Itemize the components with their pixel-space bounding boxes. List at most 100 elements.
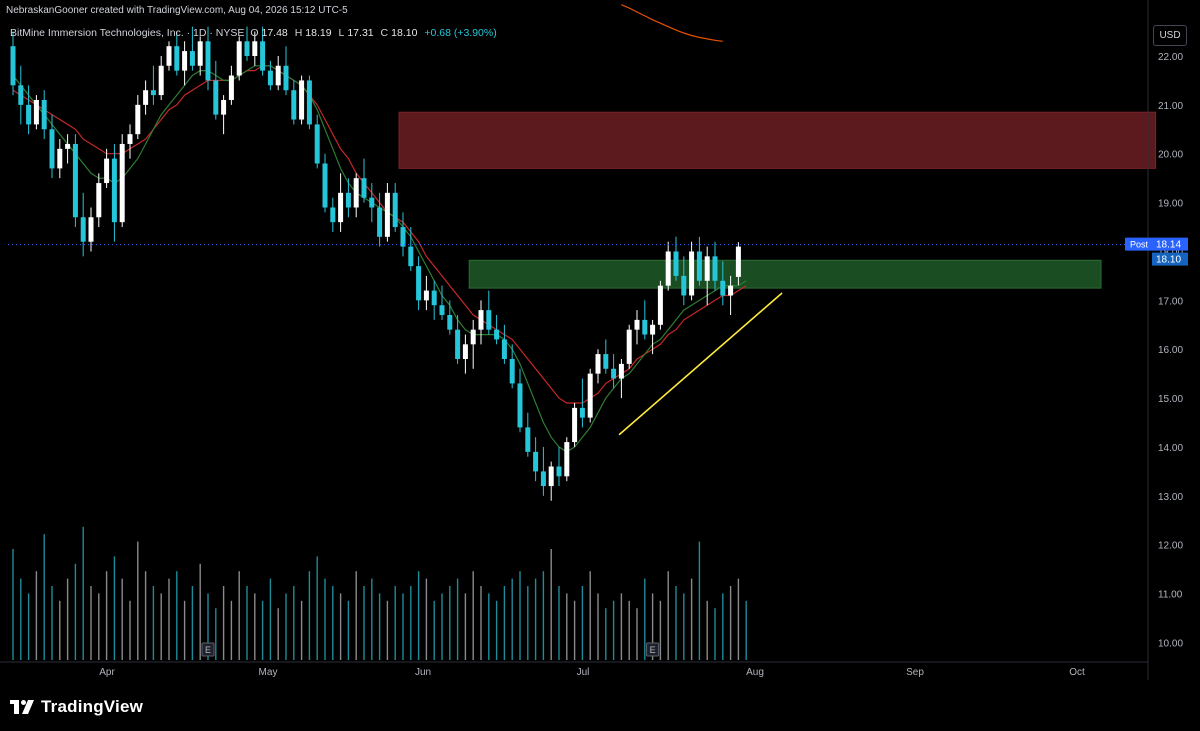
low-label: L — [338, 27, 345, 39]
volume-bar — [261, 600, 264, 660]
volume-bar — [316, 556, 318, 660]
volume-bar — [675, 586, 677, 660]
price-tick-label: 14.00 — [1158, 443, 1183, 454]
candle-body — [166, 46, 172, 66]
volume-bar — [417, 571, 420, 660]
candle-body — [447, 315, 453, 330]
candle-body — [150, 90, 156, 96]
candle-body — [509, 358, 515, 384]
candle-body — [579, 407, 585, 418]
candle-body — [540, 471, 546, 487]
volume-bar — [433, 600, 435, 660]
volume-bar — [464, 593, 467, 660]
post-tag-label: Post — [1130, 240, 1149, 250]
price-tick-label: 21.00 — [1158, 101, 1183, 112]
candle-body — [595, 354, 601, 374]
candle-body — [275, 65, 281, 86]
volume-bar — [363, 586, 365, 660]
candle-body — [564, 442, 570, 477]
close-label: C — [380, 27, 389, 39]
time-tick-label: Aug — [746, 667, 764, 678]
candle-body — [439, 305, 445, 316]
currency-button[interactable]: USD — [1153, 25, 1187, 46]
high-label: H — [294, 27, 303, 39]
candle-body — [657, 285, 663, 325]
volume-bar — [137, 541, 139, 660]
candle-body — [158, 65, 164, 96]
price-tick-label: 20.00 — [1158, 150, 1183, 161]
candle-body — [299, 80, 305, 120]
candle-body — [494, 329, 500, 340]
candle-body — [462, 344, 468, 359]
volume-bar — [238, 571, 240, 660]
volume-bar — [573, 600, 576, 660]
volume-bar — [449, 586, 451, 660]
brand-logo[interactable]: TradingView — [10, 697, 143, 717]
candle-body — [611, 368, 617, 379]
volume-bar — [558, 586, 560, 660]
volume-bar — [503, 586, 506, 660]
price-tick-label: 10.00 — [1158, 638, 1183, 649]
volume-bar — [441, 593, 443, 660]
volume-bar — [35, 571, 38, 660]
candle-body — [135, 104, 141, 135]
volume-bar — [347, 600, 350, 660]
candle-body — [244, 41, 250, 56]
time-tick-label: Oct — [1069, 667, 1085, 678]
low-value: 17.31 — [347, 27, 374, 39]
candle-body — [533, 451, 539, 472]
volume-bar — [339, 593, 342, 660]
volume-bar — [300, 600, 303, 660]
price-tick-label: 16.00 — [1158, 345, 1183, 356]
candle-body — [119, 143, 125, 223]
candle-body — [330, 207, 336, 223]
candle-body — [587, 373, 593, 418]
candle-body — [361, 178, 367, 198]
earnings-marker: E — [646, 642, 660, 657]
volume-bar — [698, 541, 701, 660]
price-tick-label: 19.00 — [1158, 199, 1183, 210]
volume-bar — [66, 578, 69, 660]
volume-bar — [628, 600, 630, 660]
volume-bar — [410, 586, 412, 660]
candle-body — [423, 290, 429, 301]
candle-body — [88, 217, 94, 242]
candle-body — [41, 99, 47, 130]
candle-body — [681, 275, 687, 296]
candle-body — [689, 251, 695, 296]
axes-layer: 10.00 11.00 12.00 13.00 14.00 15.00 16.00 17.00… — [0, 0, 1188, 680]
volume-bar — [480, 586, 482, 660]
change-value: +0.68 (+3.90%) — [424, 27, 497, 39]
candle-body — [252, 41, 258, 56]
candle-body — [416, 266, 422, 301]
candle-body — [626, 329, 632, 364]
symbol-name[interactable]: BitMine Immersion Technologies, Inc. · 1… — [10, 27, 244, 39]
brand-name: TradingView — [41, 697, 144, 716]
volume-bar — [378, 593, 381, 660]
price-tick-label: 11.00 — [1158, 590, 1183, 601]
ascending-trendline — [618, 292, 783, 436]
candle-body — [377, 207, 383, 237]
candle-body — [260, 41, 266, 71]
candle-body — [49, 129, 55, 169]
volume-bar — [488, 593, 490, 660]
volume-bar — [722, 593, 724, 660]
attribution-text: NebraskanGooner created with TradingView… — [6, 5, 348, 16]
time-tick-label: Jun — [415, 667, 431, 678]
volume-bar — [191, 586, 194, 660]
volume-bar — [589, 571, 591, 660]
volume-bar — [542, 571, 545, 660]
candle-body — [369, 197, 375, 208]
candle-body — [33, 99, 39, 125]
price-tick-label: 17.00 — [1158, 296, 1183, 307]
volume-bar — [402, 593, 404, 660]
volume-bar — [144, 571, 147, 660]
candle-body — [556, 466, 562, 477]
price-chart[interactable]: EE 10.0011.0012.0013.0014.0015.0016.0017… — [0, 0, 1200, 731]
volume-bar — [729, 586, 732, 660]
volume-bar — [612, 600, 615, 660]
candle-body — [111, 158, 117, 223]
earnings-marker-label: E — [650, 645, 656, 655]
volume-bar — [332, 586, 334, 660]
candle-body — [696, 251, 702, 281]
